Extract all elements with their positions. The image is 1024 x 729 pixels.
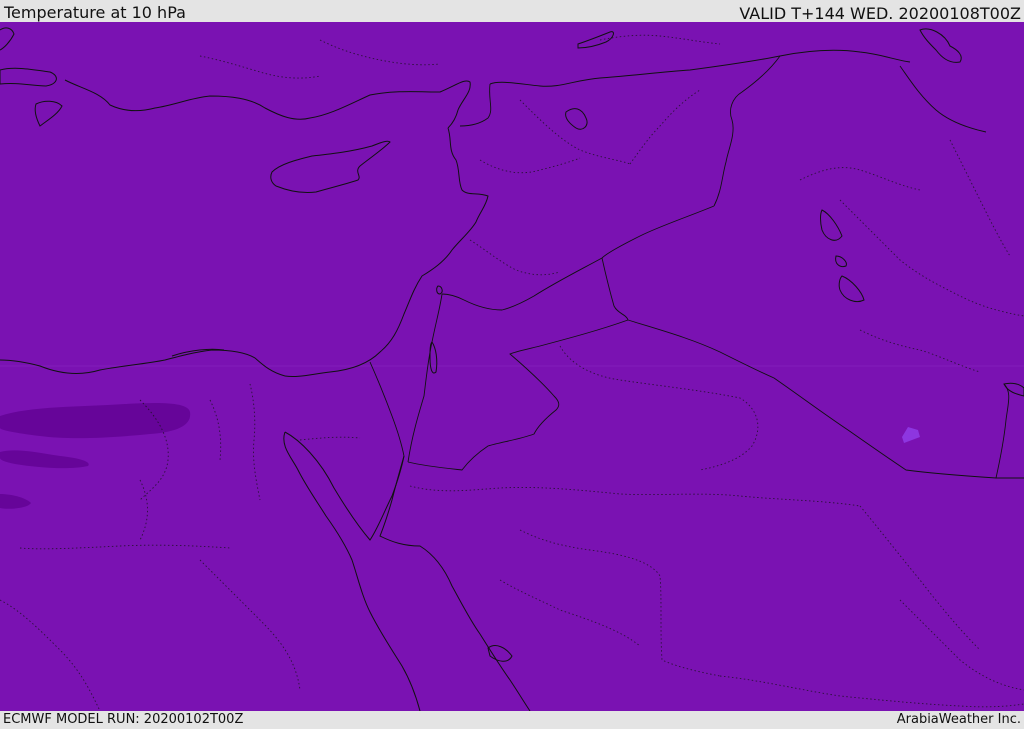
model-run-label: ECMWF MODEL RUN: 20200102T00Z bbox=[3, 712, 244, 727]
map-title: Temperature at 10 hPa bbox=[4, 3, 186, 22]
map-viewer: Temperature at 10 hPa VALID T+144 WED. 2… bbox=[0, 0, 1024, 729]
header-bar: Temperature at 10 hPa VALID T+144 WED. 2… bbox=[0, 0, 1024, 23]
map-panel bbox=[0, 22, 1024, 711]
map-canvas bbox=[0, 22, 1024, 711]
footer-bar: ECMWF MODEL RUN: 20200102T00Z ArabiaWeat… bbox=[0, 711, 1024, 729]
valid-time-label: VALID T+144 WED. 20200108T00Z bbox=[739, 4, 1021, 23]
credit-label: ArabiaWeather Inc. bbox=[896, 712, 1021, 727]
